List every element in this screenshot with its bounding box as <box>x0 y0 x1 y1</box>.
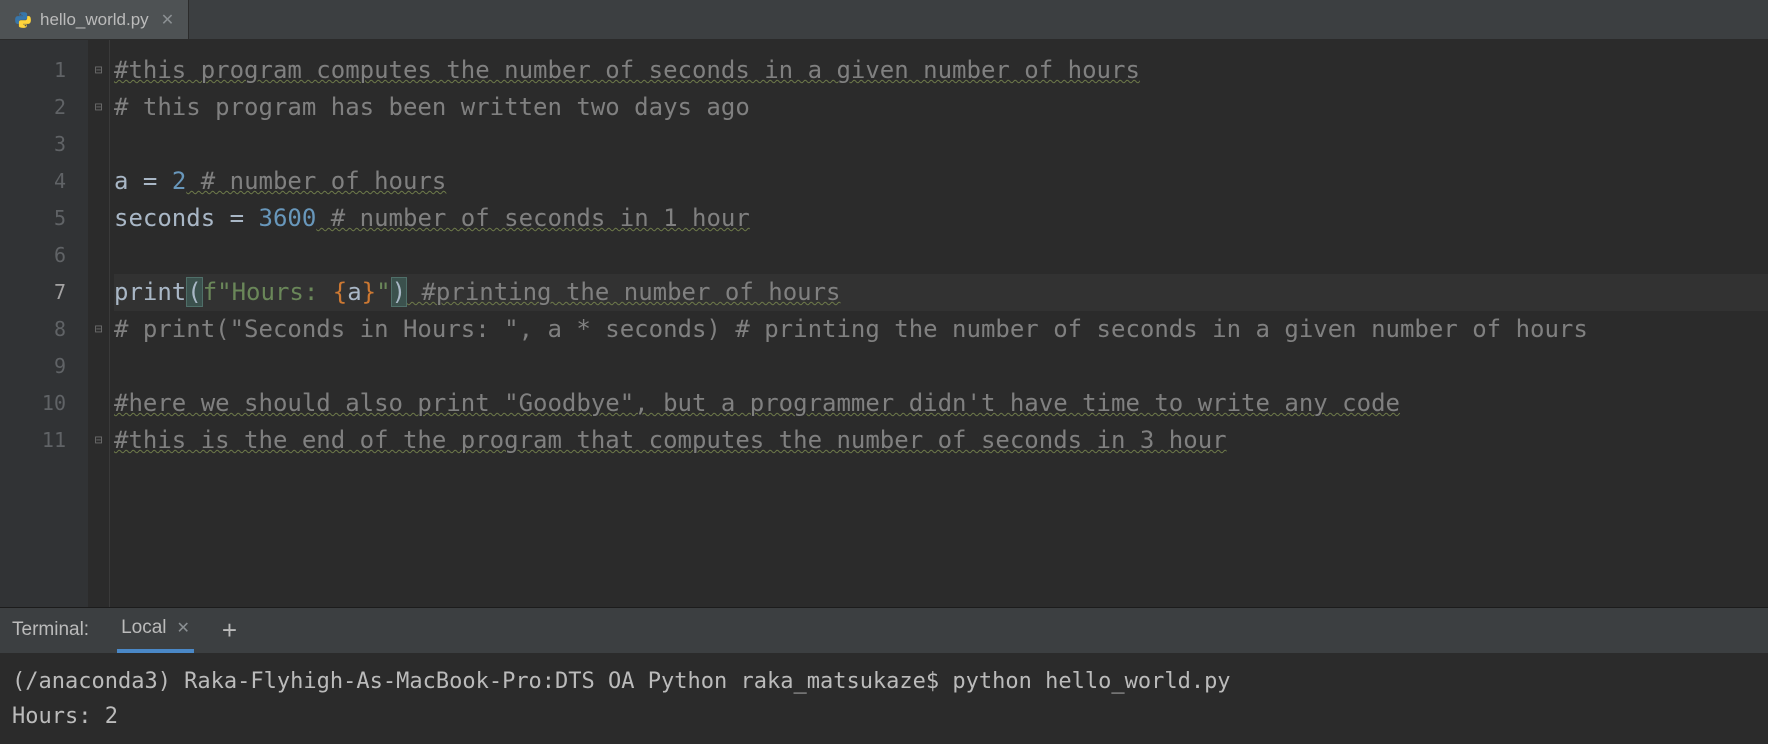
terminal-tabbar: Terminal: Local ✕ + <box>0 608 1768 654</box>
code-line[interactable] <box>114 237 1768 274</box>
fold-gutter: ⊟ ⊟ ⊟ ⊟ <box>88 40 110 607</box>
line-number: 9 <box>0 348 88 385</box>
terminal-command: python hello_world.py <box>952 669 1230 694</box>
comment-text: #this is the end of the program that com… <box>114 426 1227 454</box>
line-number: 8 <box>0 311 88 348</box>
add-terminal-button[interactable]: + <box>222 617 237 643</box>
fold-toggle-icon[interactable]: ⊟ <box>88 311 109 348</box>
fold-toggle-icon[interactable]: ⊟ <box>88 89 109 126</box>
terminal-tab-label: Local <box>121 617 166 639</box>
close-icon[interactable]: ✕ <box>161 10 174 30</box>
code-line[interactable] <box>114 126 1768 163</box>
terminal-output-line: Hours: 2 <box>12 704 118 729</box>
terminal-panel: Terminal: Local ✕ + (/anaconda3) Raka-Fl… <box>0 607 1768 744</box>
comment-text: # print("Seconds in Hours: ", a * second… <box>114 315 1588 343</box>
editor-tabbar: hello_world.py ✕ <box>0 0 1768 40</box>
comment-text: #printing the number of hours <box>407 278 840 306</box>
code-editor[interactable]: 1 2 3 4 5 6 7 8 9 10 11 ⊟ ⊟ ⊟ ⊟ #this pr… <box>0 40 1768 607</box>
line-number: 3 <box>0 126 88 163</box>
line-number: 10 <box>0 385 88 422</box>
close-icon[interactable]: ✕ <box>177 618 190 638</box>
code-line[interactable]: #here we should also print "Goodbye", bu… <box>114 385 1768 422</box>
code-line-current[interactable]: print(f"Hours: {a}") #printing the numbe… <box>114 274 1768 311</box>
code-line[interactable]: a = 2 # number of hours <box>114 163 1768 200</box>
comment-text: # number of hours <box>186 167 446 195</box>
terminal-output[interactable]: (/anaconda3) Raka-Flyhigh-As-MacBook-Pro… <box>0 654 1768 744</box>
code-area[interactable]: #this program computes the number of sec… <box>110 40 1768 607</box>
line-number: 6 <box>0 237 88 274</box>
line-number-gutter: 1 2 3 4 5 6 7 8 9 10 11 <box>0 40 88 607</box>
code-line[interactable]: #this program computes the number of sec… <box>114 52 1768 89</box>
comment-text: #here we should also print "Goodbye", bu… <box>114 389 1400 417</box>
code-line[interactable] <box>114 348 1768 385</box>
python-file-icon <box>14 11 32 29</box>
terminal-tab-local[interactable]: Local ✕ <box>117 608 194 653</box>
file-tab[interactable]: hello_world.py ✕ <box>0 0 189 39</box>
comment-text: # number of seconds in 1 hour <box>316 204 749 232</box>
fold-toggle-icon[interactable]: ⊟ <box>88 52 109 89</box>
terminal-title: Terminal: <box>12 619 89 641</box>
line-number: 7 <box>0 274 88 311</box>
code-line[interactable]: #this is the end of the program that com… <box>114 422 1768 459</box>
code-line[interactable]: # print("Seconds in Hours: ", a * second… <box>114 311 1768 348</box>
fold-toggle-icon[interactable]: ⊟ <box>88 422 109 459</box>
line-number: 11 <box>0 422 88 459</box>
line-number: 4 <box>0 163 88 200</box>
comment-text: #this program computes the number of sec… <box>114 56 1140 84</box>
code-line[interactable]: # this program has been written two days… <box>114 89 1768 126</box>
line-number: 2 <box>0 89 88 126</box>
line-number: 1 <box>0 52 88 89</box>
code-line[interactable]: seconds = 3600 # number of seconds in 1 … <box>114 200 1768 237</box>
terminal-prompt: (/anaconda3) Raka-Flyhigh-As-MacBook-Pro… <box>12 669 952 694</box>
file-tab-label: hello_world.py <box>40 10 149 30</box>
line-number: 5 <box>0 200 88 237</box>
comment-text: # this program has been written two days… <box>114 93 750 121</box>
